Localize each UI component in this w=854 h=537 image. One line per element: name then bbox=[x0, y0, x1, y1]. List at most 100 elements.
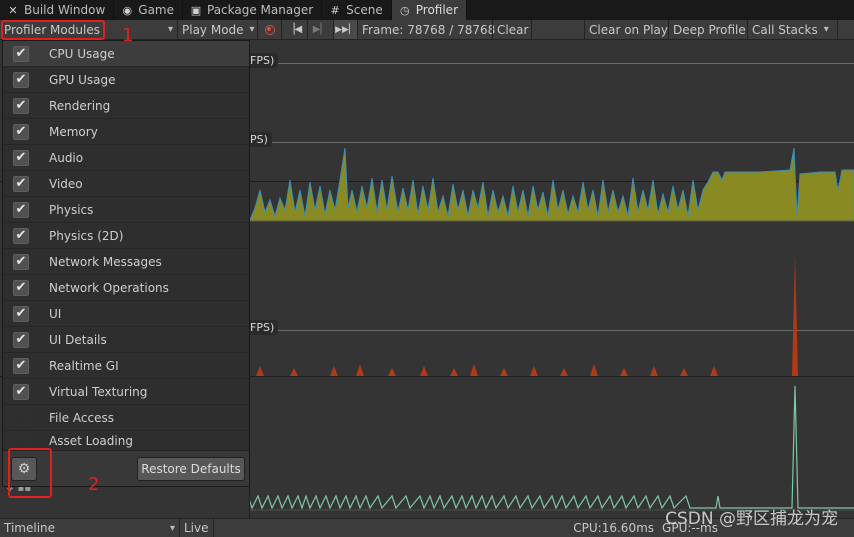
next-frame-button[interactable]: ▶▏ bbox=[308, 20, 334, 39]
annotation-number: 1 bbox=[122, 25, 134, 46]
module-label: File Access bbox=[49, 410, 114, 425]
record-button[interactable] bbox=[258, 20, 282, 39]
first-frame-button[interactable]: ▕◀ bbox=[282, 20, 308, 39]
tab-label: Package Manager bbox=[207, 3, 314, 17]
module-item-memory[interactable]: ✔ Memory bbox=[3, 119, 249, 145]
module-label: Physics bbox=[49, 202, 94, 217]
profiler-modules-menu: ✔ CPU Usage ✔ GPU Usage ✔ Rendering ✔ Me… bbox=[2, 40, 250, 487]
tab-build-window[interactable]: ✕ Build Window bbox=[0, 0, 115, 20]
module-item-ui-details[interactable]: ✔ UI Details bbox=[3, 327, 249, 353]
module-label: Network Operations bbox=[49, 280, 169, 295]
clear-on-play-label: Clear on Play bbox=[589, 22, 668, 37]
module-item-physics-2d[interactable]: ✔ Physics (2D) bbox=[3, 223, 249, 249]
live-label: Live bbox=[184, 521, 209, 535]
checkbox-unchecked-icon[interactable] bbox=[13, 409, 29, 426]
toolbar-end bbox=[838, 20, 846, 39]
module-label: UI bbox=[49, 306, 62, 321]
cpu-time-readout: CPU:16.60ms bbox=[569, 519, 658, 537]
checkbox-checked-icon[interactable]: ✔ bbox=[13, 331, 29, 348]
skip-back-icon: ▕◀ bbox=[286, 24, 303, 35]
clear-on-play-toggle[interactable]: Clear on Play bbox=[584, 20, 669, 39]
module-label: Network Messages bbox=[49, 254, 162, 269]
restore-defaults-button[interactable]: Restore Defaults bbox=[137, 457, 245, 481]
module-item-virtual-texturing[interactable]: ✔ Virtual Texturing bbox=[3, 379, 249, 405]
module-label: Audio bbox=[49, 150, 84, 165]
tab-label: Build Window bbox=[24, 3, 106, 17]
checkbox-checked-icon[interactable]: ✔ bbox=[13, 97, 29, 114]
module-item-gpu-usage[interactable]: ✔ GPU Usage bbox=[3, 67, 249, 93]
checkbox-checked-icon[interactable]: ✔ bbox=[13, 305, 29, 322]
module-label: Realtime GI bbox=[49, 358, 119, 373]
module-item-ui[interactable]: ✔ UI bbox=[3, 301, 249, 327]
play-mode-dropdown[interactable]: Play Mode bbox=[178, 20, 258, 39]
watermark: CSDN @野区捕龙为宠 bbox=[665, 509, 838, 529]
frame-counter: Frame: 78768 / 78768 bbox=[358, 20, 496, 39]
fast-forward-icon: ▶▶▏ bbox=[335, 24, 356, 35]
live-toggle[interactable]: Live bbox=[180, 519, 214, 537]
checkbox-checked-icon[interactable]: ✔ bbox=[13, 123, 29, 140]
annotation-number: 2 bbox=[88, 474, 100, 495]
play-mode-label: Play Mode bbox=[182, 22, 244, 37]
module-item-network-operations[interactable]: ✔ Network Operations bbox=[3, 275, 249, 301]
package-icon: ▣ bbox=[190, 3, 202, 17]
deep-profile-toggle[interactable]: Deep Profile bbox=[669, 20, 748, 39]
current-frame-button[interactable]: ▶▶▏ bbox=[334, 20, 358, 39]
gamepad-icon: ◉ bbox=[122, 3, 133, 17]
tab-label: Profiler bbox=[415, 3, 458, 17]
tab-label: Scene bbox=[346, 3, 383, 17]
module-item-audio[interactable]: ✔ Audio bbox=[3, 145, 249, 171]
deep-profile-label: Deep Profile bbox=[673, 22, 746, 37]
checkbox-checked-icon[interactable]: ✔ bbox=[13, 227, 29, 244]
window-tab-bar: ✕ Build Window ◉ Game ▣ Package Manager … bbox=[0, 0, 854, 20]
clear-button[interactable]: Clear bbox=[492, 20, 532, 39]
module-item-video[interactable]: ✔ Video bbox=[3, 171, 249, 197]
tab-game[interactable]: ◉ Game bbox=[114, 0, 183, 20]
module-item-physics[interactable]: ✔ Physics bbox=[3, 197, 249, 223]
view-mode-label: Timeline bbox=[4, 521, 56, 535]
checkbox-checked-icon[interactable]: ✔ bbox=[13, 201, 29, 218]
module-label: Rendering bbox=[49, 98, 111, 113]
call-stacks-label: Call Stacks bbox=[752, 22, 818, 37]
rendering-graph bbox=[250, 256, 798, 376]
view-mode-dropdown[interactable]: Timeline bbox=[0, 519, 180, 537]
checkbox-checked-icon[interactable]: ✔ bbox=[13, 253, 29, 270]
record-icon bbox=[264, 24, 275, 35]
checkbox-checked-icon[interactable]: ✔ bbox=[13, 71, 29, 88]
checkbox-checked-icon[interactable]: ✔ bbox=[13, 357, 29, 374]
checkbox-checked-icon[interactable]: ✔ bbox=[13, 175, 29, 192]
checkbox-checked-icon[interactable]: ✔ bbox=[13, 383, 29, 400]
module-label: Memory bbox=[49, 124, 98, 139]
grid-icon: # bbox=[330, 3, 340, 17]
bottombar-spacer bbox=[214, 519, 569, 537]
tab-scene[interactable]: # Scene bbox=[322, 0, 392, 20]
checkbox-checked-icon[interactable]: ✔ bbox=[13, 149, 29, 166]
stopwatch-icon: ◷ bbox=[399, 3, 410, 17]
module-label: Physics (2D) bbox=[49, 228, 124, 243]
tab-profiler[interactable]: ◷ Profiler bbox=[391, 0, 467, 20]
tools-icon: ✕ bbox=[8, 3, 18, 17]
checkbox-unchecked-icon[interactable] bbox=[13, 433, 29, 449]
module-label: Virtual Texturing bbox=[49, 384, 148, 399]
checkbox-checked-icon[interactable]: ✔ bbox=[13, 45, 29, 62]
module-label: UI Details bbox=[49, 332, 107, 347]
cpu-usage-graph bbox=[249, 147, 854, 222]
frame-text: Frame: 78768 / 78768 bbox=[362, 22, 496, 37]
tab-package-manager[interactable]: ▣ Package Manager bbox=[183, 0, 323, 20]
module-label: GPU Usage bbox=[49, 72, 116, 87]
restore-defaults-label: Restore Defaults bbox=[141, 462, 241, 476]
step-forward-icon: ▶▏ bbox=[312, 24, 329, 35]
annotation-box-modules bbox=[1, 20, 105, 40]
annotation-box-gear bbox=[8, 448, 52, 498]
clear-label: Clear bbox=[497, 22, 529, 37]
cpu-time-text: CPU:16.60ms bbox=[573, 521, 655, 535]
call-stacks-dropdown[interactable]: Call Stacks bbox=[748, 20, 838, 39]
module-item-file-access[interactable]: File Access bbox=[3, 405, 249, 431]
module-label: CPU Usage bbox=[49, 46, 115, 61]
ui-details-graph bbox=[184, 385, 854, 510]
module-item-rendering[interactable]: ✔ Rendering bbox=[3, 93, 249, 119]
module-label: Asset Loading bbox=[49, 433, 133, 448]
checkbox-checked-icon[interactable]: ✔ bbox=[13, 279, 29, 296]
module-item-network-messages[interactable]: ✔ Network Messages bbox=[3, 249, 249, 275]
module-item-realtime-gi[interactable]: ✔ Realtime GI bbox=[3, 353, 249, 379]
